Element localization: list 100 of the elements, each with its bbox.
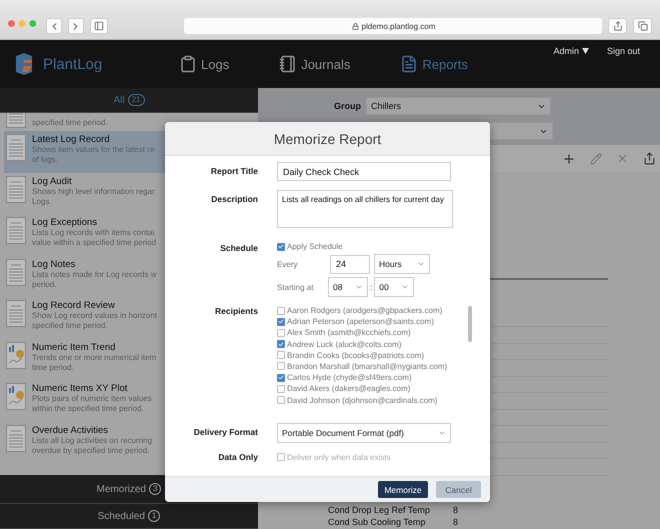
hour-select[interactable]: 08 bbox=[328, 277, 368, 297]
sidebar-toggle-button[interactable] bbox=[90, 18, 108, 34]
report-title: Log Record Review bbox=[32, 300, 116, 311]
starting-at-label: Starting at bbox=[277, 282, 314, 292]
recipient-checkbox[interactable] bbox=[277, 374, 285, 382]
chart-report-icon bbox=[6, 383, 26, 410]
description-textarea[interactable]: Lists all readings on all chillers for current day bbox=[277, 190, 453, 228]
chevron-down-icon bbox=[417, 260, 425, 268]
nav-tab[interactable]: Journals bbox=[279, 55, 350, 73]
recipient-checkbox[interactable] bbox=[277, 384, 285, 393]
report-description: Trends one or more numerical item time period. bbox=[32, 352, 156, 372]
recipient-label: Aaron Rodgers (arodgers@gbpackers.com) bbox=[287, 306, 442, 315]
report-description: Shows item values for the latest re of logs. bbox=[32, 145, 154, 165]
field-label: Data Only bbox=[217, 452, 258, 462]
report-title: Log Exceptions bbox=[32, 217, 98, 228]
recipient-checkbox[interactable] bbox=[277, 396, 285, 404]
recipient-label: Andrew Luck (aluck@colts.com) bbox=[287, 340, 402, 349]
nav-tab[interactable]: Logs bbox=[179, 55, 230, 73]
field-label: Recipients bbox=[214, 306, 258, 318]
report-title: Log Audit bbox=[32, 176, 73, 186]
report-title: Numeric Item Trend bbox=[32, 342, 116, 352]
recipient-checkbox[interactable] bbox=[277, 328, 285, 337]
recipient-label: Carlos Hyde (chyde@sf49ers.com) bbox=[287, 373, 412, 382]
chevron-down-icon bbox=[438, 429, 446, 437]
memorize-button[interactable]: Memorize bbox=[378, 481, 428, 498]
recipient-checkbox[interactable] bbox=[277, 362, 285, 370]
document-icon bbox=[6, 424, 26, 452]
recipient-checkbox[interactable] bbox=[277, 351, 285, 360]
caret-icon bbox=[582, 48, 589, 54]
report-title: Latest Log Record bbox=[32, 134, 111, 145]
every-input[interactable]: 24 bbox=[330, 254, 370, 274]
recipient-label: David Akers (dakers@eagles.com) bbox=[287, 384, 410, 394]
report-description: specified time period. bbox=[32, 118, 108, 128]
cancel-button[interactable]: Cancel bbox=[436, 481, 481, 498]
table-cell: Cond Drop Leg Ref Temp bbox=[328, 505, 430, 515]
report-title: Overdue Activities bbox=[32, 424, 110, 436]
chevron-down-icon bbox=[401, 283, 410, 291]
data-only-checkbox[interactable] bbox=[277, 453, 285, 461]
group-label: Group bbox=[334, 101, 361, 111]
report-description: Lists all Log activities on recurring overdue by specified time period. bbox=[32, 436, 152, 456]
checkbox-label: Apply Schedule bbox=[287, 242, 343, 251]
recipient-label: Brandin Cooks (bcooks@patriots.com) bbox=[287, 350, 424, 360]
report-title-input[interactable]: Daily Check Check bbox=[277, 162, 451, 181]
forward-button[interactable] bbox=[68, 18, 84, 34]
report-list-item[interactable]: Numeric Items XY Plot Plots pairs of numeric item values within the specified time period. bbox=[4, 380, 258, 422]
report-list-item[interactable]: Log Notes Lists notes made for Log records w period. bbox=[4, 256, 258, 297]
every-label: Every bbox=[277, 260, 298, 268]
chevron-down-icon bbox=[355, 283, 363, 291]
unit-select[interactable]: Hours bbox=[374, 254, 430, 274]
recipient-label: David Johnson (djohnson@cardinals.com) bbox=[287, 396, 438, 404]
document-icon bbox=[6, 300, 26, 327]
recipient-label: Adrian Peterson (apeterson@saints.com) bbox=[287, 317, 434, 326]
share-button[interactable] bbox=[608, 18, 628, 34]
tabs-button[interactable] bbox=[633, 18, 652, 34]
export-icon[interactable] bbox=[643, 152, 656, 165]
recipient-checkbox[interactable] bbox=[277, 318, 285, 326]
time-separator: : bbox=[370, 282, 372, 292]
field-label: Description bbox=[210, 193, 258, 206]
lock-icon bbox=[352, 22, 359, 30]
minute-select[interactable]: 00 bbox=[374, 277, 414, 297]
report-description: Plots pairs of numeric item values within the specified time period. bbox=[32, 394, 152, 414]
table-cell: 8 bbox=[452, 517, 458, 527]
report-description: Shows high level information regar Logs. bbox=[32, 186, 155, 206]
document-icon bbox=[6, 258, 26, 286]
dialog-title: Memorize Report bbox=[274, 130, 382, 146]
edit-icon[interactable] bbox=[590, 152, 602, 164]
add-icon[interactable] bbox=[562, 152, 576, 166]
group-select[interactable]: Chillers bbox=[366, 97, 551, 115]
recipient-checkbox[interactable] bbox=[277, 306, 285, 314]
address-bar[interactable]: pldemo.plantlog.com bbox=[184, 18, 602, 34]
recipient-checkbox[interactable] bbox=[277, 340, 285, 348]
recipient-label: Alex Smith (asmith@kcchiefs.com) bbox=[287, 328, 411, 338]
tabs-icon bbox=[638, 21, 648, 31]
window-controls-icon[interactable] bbox=[8, 19, 36, 28]
report-description: Show Log record values in horizont specified time period. bbox=[32, 311, 157, 331]
clipboard-icon bbox=[179, 55, 197, 73]
table-cell: Cond Sub Cooling Temp bbox=[328, 517, 426, 527]
sidebar-section-tab[interactable]: Scheduled 1 bbox=[0, 504, 258, 529]
checkbox-label: Deliver only when data exists bbox=[287, 452, 391, 462]
field-label: Delivery Format bbox=[192, 426, 258, 439]
apply-schedule-checkbox[interactable] bbox=[277, 242, 285, 250]
share-icon bbox=[612, 21, 623, 31]
report-list-item[interactable]: Numeric Item Trend Trends one or more numerical item time period. bbox=[4, 338, 258, 380]
report-title: Numeric Items XY Plot bbox=[32, 383, 128, 394]
recipient-label: Brandon Marshall (bmarshall@nygiants.com) bbox=[287, 362, 448, 371]
document-icon bbox=[6, 134, 26, 161]
delivery-format-select[interactable]: Portable Document Format (pdf) bbox=[277, 423, 451, 443]
admin-menu[interactable]: Admin bbox=[553, 46, 589, 56]
document-icon bbox=[6, 217, 26, 244]
sidebar-icon bbox=[94, 21, 104, 31]
report-description: Lists Log records with items contai value within a specified time period bbox=[32, 228, 156, 248]
scrollbar[interactable] bbox=[468, 306, 472, 342]
back-button[interactable] bbox=[46, 18, 62, 34]
sign-out-link[interactable]: Sign out bbox=[606, 46, 640, 56]
report-description: Lists notes made for Log records w period. bbox=[32, 270, 157, 290]
delete-icon[interactable] bbox=[616, 152, 629, 165]
chart-report-icon bbox=[6, 342, 26, 368]
table-cell: 8 bbox=[452, 505, 458, 515]
report-icon bbox=[400, 55, 418, 73]
report-title: Log Notes bbox=[32, 258, 76, 270]
